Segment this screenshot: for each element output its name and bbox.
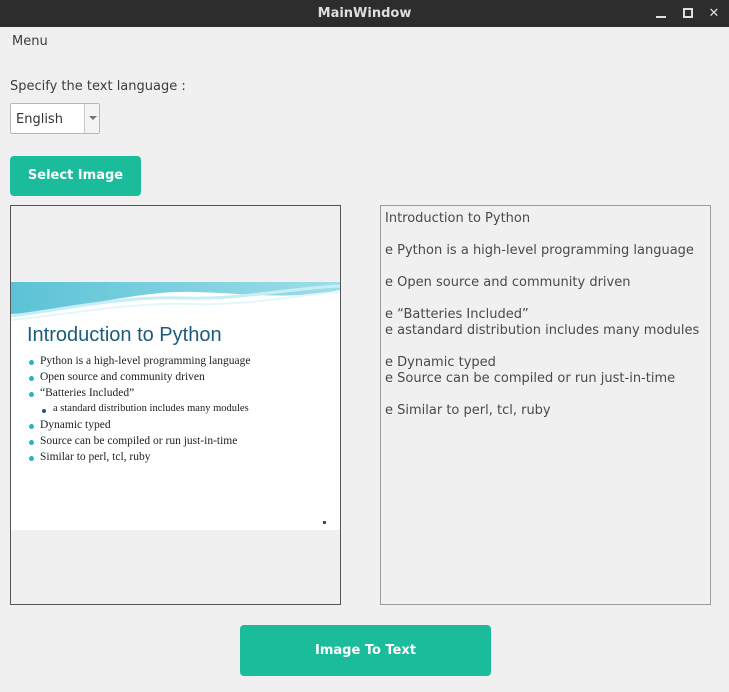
- slide-bullet-text: Python is a high-level programming langu…: [40, 355, 251, 367]
- slide-bullet-text: Open source and community driven: [40, 371, 205, 383]
- select-image-button[interactable]: Select Image: [10, 156, 141, 196]
- slide-bullet: Open source and community driven: [29, 371, 334, 387]
- output-line: e astandard distribution includes many m…: [385, 323, 700, 338]
- slide-bullet-list: Python is a high-level programming langu…: [29, 355, 334, 467]
- language-select[interactable]: English: [10, 103, 100, 134]
- output-line: e Open source and community driven: [385, 275, 631, 290]
- close-icon[interactable]: ✕: [707, 6, 721, 20]
- output-line: e “Batteries Included”: [385, 307, 529, 322]
- menu-item-menu[interactable]: Menu: [12, 34, 48, 49]
- slide-bullet-text: Source can be compiled or run just-in-ti…: [40, 435, 238, 447]
- bullet-icon: [29, 424, 34, 429]
- output-line: Introduction to Python: [385, 211, 531, 226]
- slide-bullet: Similar to perl, tcl, ruby: [29, 451, 334, 467]
- output-line: e Source can be compiled or run just-in-…: [385, 371, 676, 386]
- maximize-icon[interactable]: [681, 6, 695, 20]
- slide-bullet: “Batteries Included”: [29, 387, 334, 403]
- bullet-icon: [29, 392, 34, 397]
- dropdown-button[interactable]: [84, 104, 99, 133]
- slide-bullet-text: Similar to perl, tcl, ruby: [40, 451, 151, 463]
- bullet-icon: [29, 456, 34, 461]
- image-preview: Introduction to Python Python is a high-…: [10, 205, 341, 605]
- output-line: e Python is a high-level programming lan…: [385, 243, 694, 258]
- language-select-value: English: [16, 112, 63, 127]
- slide-title: Introduction to Python: [27, 324, 222, 346]
- slide-bullet: Python is a high-level programming langu…: [29, 355, 334, 371]
- slide-image: Introduction to Python Python is a high-…: [11, 282, 340, 530]
- slide-bullet-text: a standard distribution includes many mo…: [53, 403, 249, 414]
- bullet-icon: [29, 360, 34, 365]
- output-line: e Similar to perl, tcl, ruby: [385, 403, 551, 418]
- slide-bullet: Source can be compiled or run just-in-ti…: [29, 435, 334, 451]
- slide-wave-decoration: [11, 282, 340, 321]
- bullet-icon: [42, 409, 46, 413]
- title-bar: MainWindow ✕: [0, 0, 729, 27]
- output-text-area[interactable]: Introduction to Python e Python is a hig…: [380, 205, 711, 605]
- minimize-icon[interactable]: [654, 6, 668, 20]
- bullet-icon: [29, 376, 34, 381]
- output-line: e Dynamic typed: [385, 355, 496, 370]
- bullet-icon: [29, 440, 34, 445]
- menu-bar: Menu: [0, 27, 729, 55]
- slide-bullet-text: Dynamic typed: [40, 419, 111, 431]
- window-title: MainWindow: [317, 6, 412, 21]
- slide-bullet-text: “Batteries Included”: [40, 387, 135, 399]
- slide-bullet: Dynamic typed: [29, 419, 334, 435]
- language-label: Specify the text language :: [10, 79, 186, 94]
- chevron-down-icon: [89, 116, 97, 120]
- slide-sub-bullet: a standard distribution includes many mo…: [29, 403, 334, 419]
- image-to-text-button[interactable]: Image To Text: [240, 625, 491, 676]
- slide-footer-mark: [323, 521, 326, 524]
